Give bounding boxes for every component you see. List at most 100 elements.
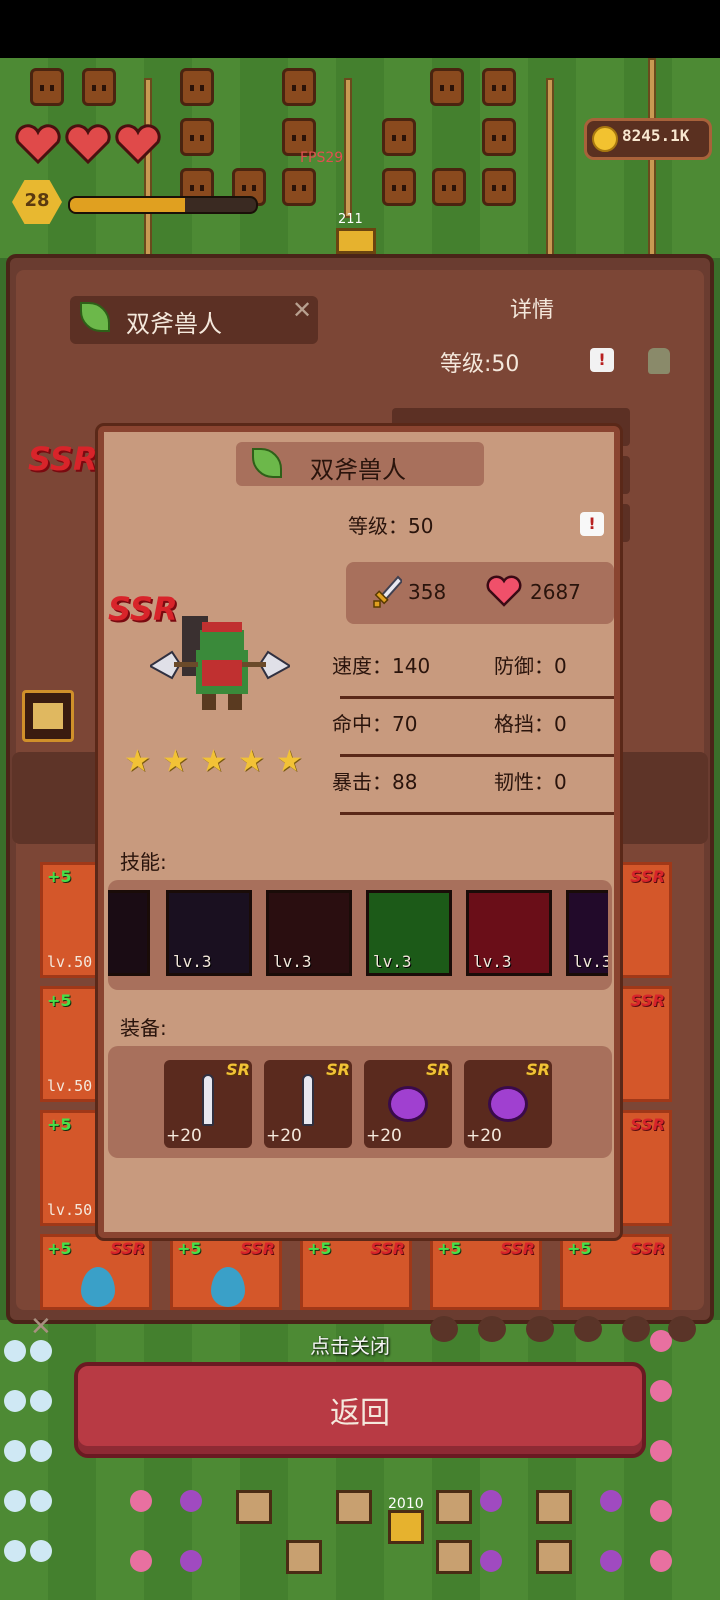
card-bonus: +5 [567,1239,592,1258]
dagger-icon [302,1074,314,1126]
card-level: lv.50 [47,1077,93,1095]
hero-card[interactable]: +5 SSR [40,1234,152,1310]
coin-amount: 8245.1K [622,126,690,145]
flower [30,1390,52,1412]
defense-stat: 防御：0 [494,654,567,678]
flower [130,1550,152,1572]
card-bonus: +5 [47,1239,72,1258]
equipment-enhance: +20 [166,1126,202,1146]
card-bonus: +5 [307,1239,332,1258]
skill-level: lv.3 [373,952,412,971]
tap-to-close-hint[interactable]: 点击关闭 [310,1330,390,1359]
card-rarity: SSR [240,1239,275,1258]
equipment-slot[interactable]: SR +20 [464,1060,552,1148]
element-filter-icon[interactable] [622,1316,650,1342]
flower [180,1490,202,1512]
close-icon[interactable]: ✕ [30,1312,52,1342]
flower [130,1490,152,1512]
equipment-enhance: +20 [366,1126,402,1146]
equipment-label: 装备: [120,1016,167,1040]
element-filter-icon[interactable] [574,1316,602,1342]
flower [650,1440,672,1462]
flower [480,1550,502,1572]
book-icon[interactable] [22,690,74,742]
element-filter-icon[interactable] [478,1316,506,1342]
stat-divider [340,812,614,815]
details-title: 详情 [510,298,555,323]
player-level: 28 [24,190,50,211]
card-rarity: SSR [630,1115,665,1134]
tree-stump [432,168,466,206]
golden-crate [388,1510,424,1544]
shield-icon[interactable]: lv.3 [266,890,352,976]
flower [30,1440,52,1462]
hero-card[interactable]: +5 SSR [430,1234,542,1310]
card-bonus: +5 [47,867,72,886]
element-filter-icon[interactable] [526,1316,554,1342]
hero-card[interactable]: +5 SSR [560,1234,672,1310]
star-icon: ★ [276,744,303,779]
water-drop-icon [81,1267,115,1307]
card-level: lv.50 [47,1201,93,1219]
blood-burst-icon[interactable]: lv.3 [466,890,552,976]
double-axe-orc-sprite [150,616,290,710]
flower [650,1550,672,1572]
bloody-blade-icon[interactable]: lv.3 [166,890,252,976]
stat-divider [340,696,614,699]
coin-icon [592,126,618,152]
card-bonus: +5 [47,991,72,1010]
hero-name: 双斧兽人 [126,310,222,338]
star-icon: ★ [124,744,151,779]
tree-stump [482,68,516,106]
tree-stump [180,68,214,106]
flower [600,1550,622,1572]
flower [600,1490,622,1512]
star-icon: ★ [238,744,265,779]
rarity-badge: SSR [28,440,98,478]
purple-orb-icon [488,1086,528,1122]
card-bonus: +5 [47,1115,72,1134]
treasure-chest-icon[interactable] [336,228,376,254]
equipment-enhance: +20 [466,1126,502,1146]
equipment-enhance: +20 [266,1126,302,1146]
block-stat: 格挡：0 [494,712,567,736]
fence-post [344,78,352,218]
flower [30,1340,52,1362]
flower [180,1550,202,1572]
flower [4,1440,26,1462]
flower [650,1500,672,1522]
star-icon: ★ [162,744,189,779]
element-filter-icon[interactable] [668,1316,696,1342]
equipment-slot[interactable]: SR +20 [264,1060,352,1148]
card-rarity: SSR [370,1239,405,1258]
flower [30,1490,52,1512]
hero-card[interactable]: +5 SSR [170,1234,282,1310]
dagger-icon [202,1074,214,1126]
skill-level: lv.3 [573,952,612,971]
accuracy-stat: 命中：70 [332,712,418,736]
card-rarity: SSR [500,1239,535,1258]
alert-icon[interactable]: ! [590,348,614,372]
lock-icon[interactable] [648,348,670,374]
alert-icon[interactable]: ! [580,512,604,536]
flower [650,1380,672,1402]
flower [30,1540,52,1562]
flower [4,1490,26,1512]
equipment-slot[interactable]: SR +20 [164,1060,252,1148]
tree-stump [382,118,416,156]
tree-stump [282,68,316,106]
card-rarity: SSR [630,867,665,886]
equipment-rarity: SR [226,1060,250,1079]
skills-label: 技能: [120,850,167,874]
element-filter-icon[interactable] [430,1316,458,1342]
tree-stump [282,168,316,206]
storage-crate [436,1490,472,1524]
arrow-rain-icon[interactable]: lv.3 [366,890,452,976]
equipment-slot[interactable]: SR +20 [364,1060,452,1148]
flower [4,1340,26,1362]
storage-crate [336,1490,372,1524]
hero-card[interactable]: +5 SSR [300,1234,412,1310]
skill-level: lv.3 [273,952,312,971]
return-button-label[interactable]: 返回 [74,1388,646,1432]
close-icon[interactable]: ✕ [292,296,312,324]
